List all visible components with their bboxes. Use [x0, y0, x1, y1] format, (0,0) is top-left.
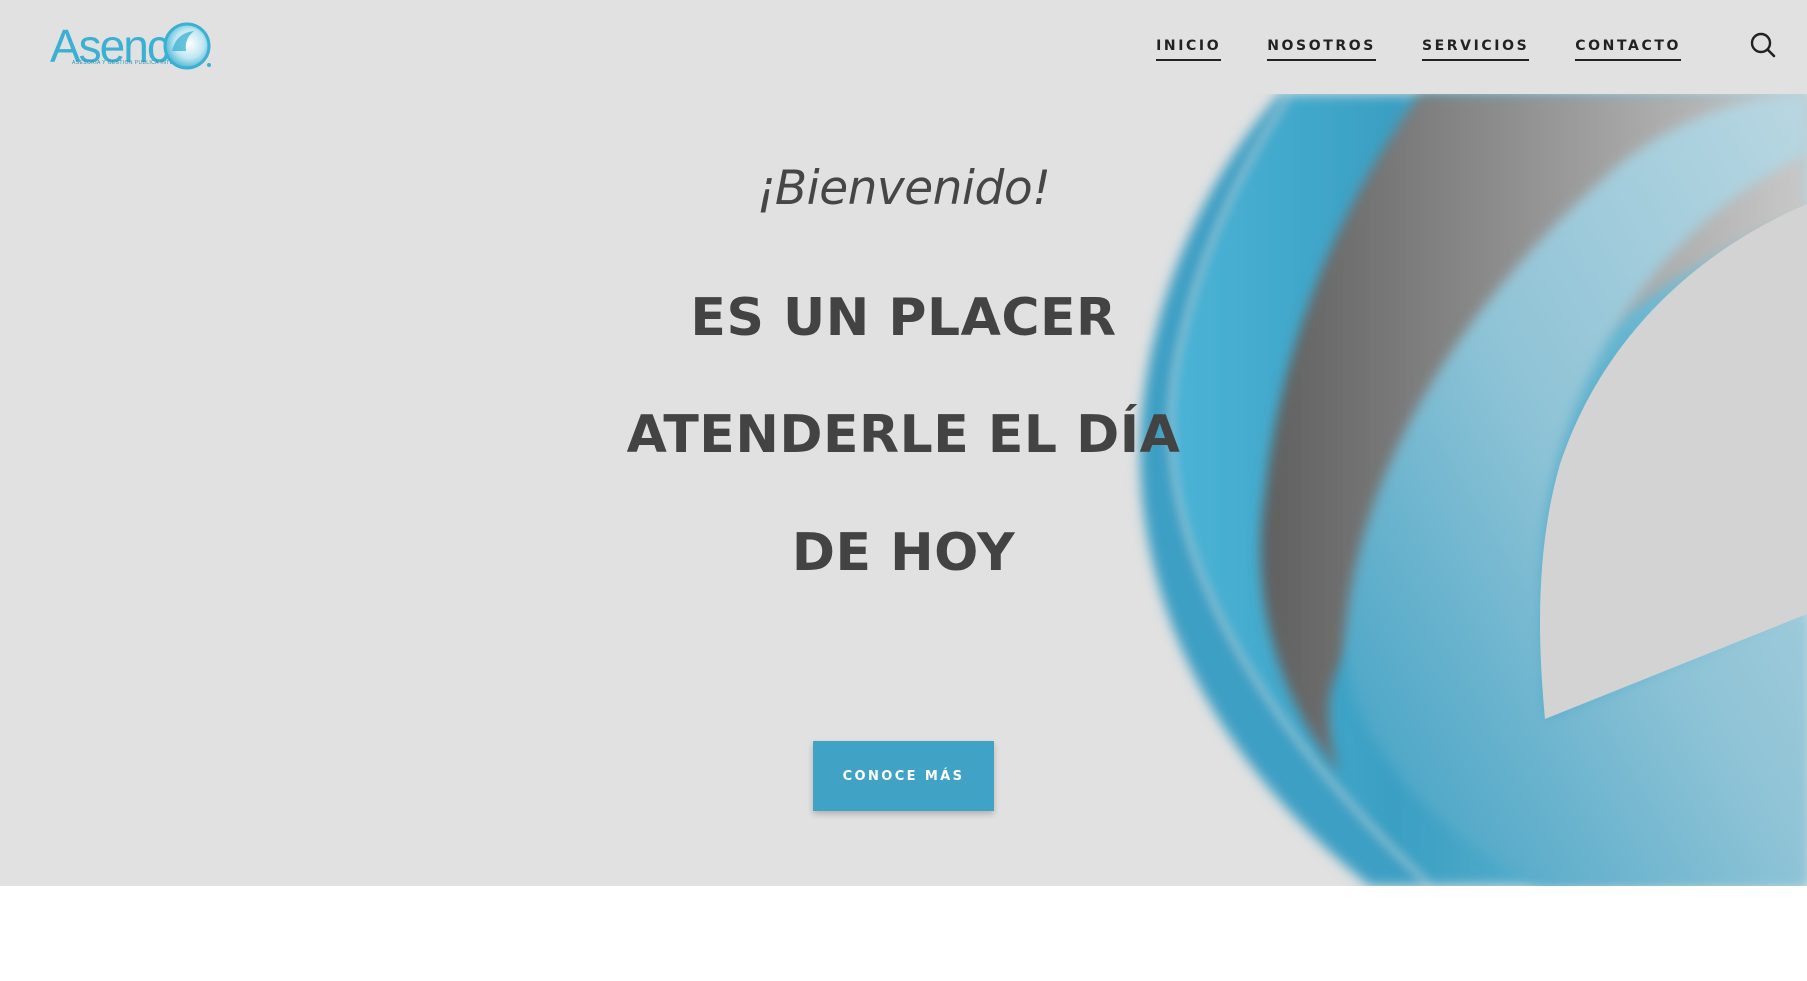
nav-inicio[interactable]: INICIO	[1156, 36, 1222, 61]
hero-headline-line-2: ATENDERLE EL DÍA	[626, 405, 1181, 465]
nav-servicios[interactable]: SERVICIOS	[1421, 36, 1530, 61]
site-header: Asenco ASESORIA Y GESTION PUBLICA INTEGR…	[0, 0, 1807, 94]
search-icon[interactable]	[1749, 31, 1777, 59]
hero-section: ¡Bienvenido! ES UN PLACER ATENDERLE EL D…	[0, 94, 1807, 886]
site-logo[interactable]: Asenco ASESORIA Y GESTION PUBLICA INTEGR…	[50, 18, 218, 74]
nav-contacto[interactable]: CONTACTO	[1575, 36, 1681, 61]
nav-nosotros[interactable]: NOSOTROS	[1267, 36, 1376, 61]
logo-orb-icon	[163, 22, 211, 70]
main-nav: INICIO NOSOTROS SERVICIOS CONTACTO	[1156, 36, 1681, 61]
hero-content: ¡Bienvenido! ES UN PLACER ATENDERLE EL D…	[0, 94, 1807, 886]
hero-headline-line-3: DE HOY	[791, 523, 1016, 583]
hero-headline-line-1: ES UN PLACER	[690, 288, 1117, 348]
conoce-mas-button[interactable]: CONOCE MÁS	[813, 741, 994, 811]
hero-greeting: ¡Bienvenido!	[756, 161, 1051, 216]
